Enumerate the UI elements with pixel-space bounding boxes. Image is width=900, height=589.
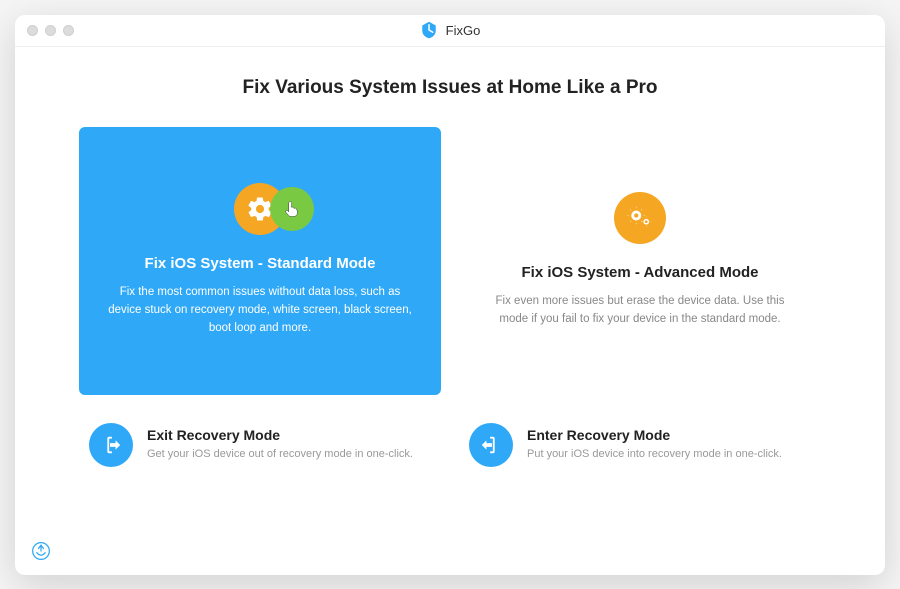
window-controls xyxy=(27,25,74,36)
exit-recovery-card[interactable]: Exit Recovery Mode Get your iOS device o… xyxy=(79,411,441,479)
exit-recovery-title: Exit Recovery Mode xyxy=(147,427,413,443)
exit-recovery-description: Get your iOS device out of recovery mode… xyxy=(147,447,413,462)
advanced-mode-icon-wrap xyxy=(614,190,666,246)
exit-recovery-text: Exit Recovery Mode Get your iOS device o… xyxy=(147,427,413,462)
standard-mode-card[interactable]: Fix iOS System - Standard Mode Fix the m… xyxy=(79,127,441,395)
app-logo-icon xyxy=(420,21,438,39)
app-window: FixGo Fix Various System Issues at Home … xyxy=(15,15,885,575)
advanced-mode-description: Fix even more issues but erase the devic… xyxy=(483,293,797,329)
exit-recovery-icon xyxy=(89,423,133,467)
gears-icon xyxy=(614,192,666,244)
minimize-window-button[interactable] xyxy=(45,25,56,36)
enter-recovery-title: Enter Recovery Mode xyxy=(527,427,782,443)
enter-recovery-text: Enter Recovery Mode Put your iOS device … xyxy=(527,427,782,462)
close-window-button[interactable] xyxy=(27,25,38,36)
page-headline: Fix Various System Issues at Home Like a… xyxy=(15,77,885,99)
recovery-row: Exit Recovery Mode Get your iOS device o… xyxy=(15,411,885,479)
standard-mode-icon-wrap xyxy=(234,181,286,237)
advanced-mode-title: Fix iOS System - Advanced Mode xyxy=(521,264,758,281)
zoom-window-button[interactable] xyxy=(63,25,74,36)
cursor-pointer-icon xyxy=(270,187,314,231)
standard-mode-description: Fix the most common issues without data … xyxy=(103,284,417,337)
standard-mode-title: Fix iOS System - Standard Mode xyxy=(145,255,376,272)
enter-recovery-card[interactable]: Enter Recovery Mode Put your iOS device … xyxy=(459,411,821,479)
enter-recovery-description: Put your iOS device into recovery mode i… xyxy=(527,447,782,462)
title-center: FixGo xyxy=(420,21,481,39)
app-title: FixGo xyxy=(446,23,481,38)
info-icon[interactable] xyxy=(31,541,51,561)
mode-cards: Fix iOS System - Standard Mode Fix the m… xyxy=(15,127,885,395)
titlebar: FixGo xyxy=(15,15,885,47)
advanced-mode-card[interactable]: Fix iOS System - Advanced Mode Fix even … xyxy=(459,127,821,395)
enter-recovery-icon xyxy=(469,423,513,467)
